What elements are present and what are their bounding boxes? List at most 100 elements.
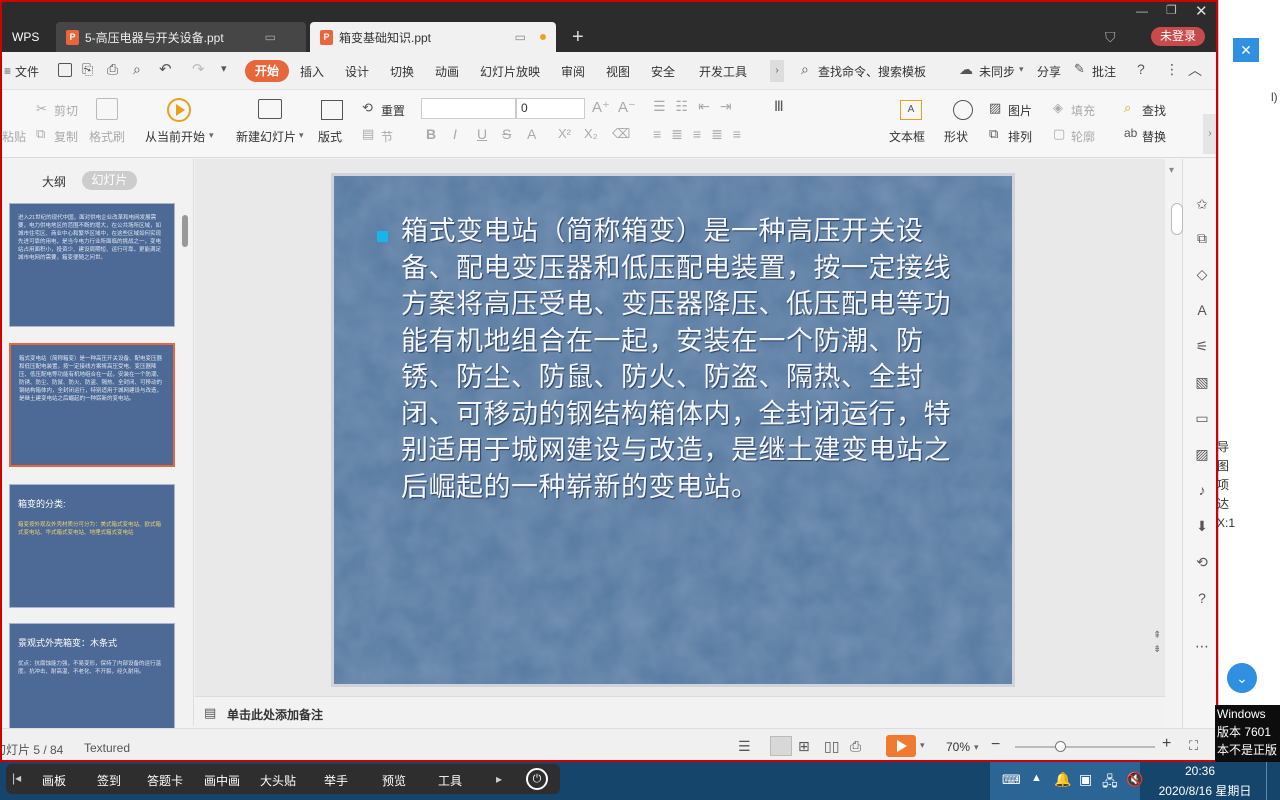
zoom-in-icon[interactable]: + — [1162, 735, 1171, 753]
bg-scroll-down-icon[interactable]: ⌄ — [1227, 663, 1257, 693]
help-circle-icon[interactable]: ? — [1193, 589, 1211, 607]
comment-button[interactable]: 批注 — [1092, 63, 1116, 80]
power-icon[interactable]: ⏻ — [526, 768, 548, 790]
dropdown-icon[interactable]: ▾ — [299, 130, 304, 141]
thumbnail-scrollbar[interactable] — [182, 215, 188, 247]
show-desktop-button[interactable] — [1266, 762, 1280, 800]
notes-placeholder[interactable]: 单击此处添加备注 — [227, 706, 323, 723]
zoom-out-icon[interactable]: − — [991, 736, 1000, 754]
fill-button[interactable]: 填充 — [1071, 102, 1095, 119]
image-icon[interactable]: ▨ — [1193, 445, 1211, 463]
layout-button[interactable]: 版式 — [318, 128, 342, 145]
history-icon[interactable]: ⟲ — [1193, 553, 1211, 571]
increase-font-icon[interactable]: A⁺ — [592, 98, 610, 116]
toolbar-expand-icon[interactable]: ▸ — [496, 772, 502, 786]
notes-bar[interactable]: ▤ 单击此处添加备注 — [195, 696, 1165, 728]
shirt-skin-icon[interactable]: ⛉ — [1105, 29, 1116, 46]
menu-tab-slideshow[interactable]: 幻灯片放映 — [480, 63, 540, 80]
clock-time[interactable]: 20:36 — [1150, 764, 1250, 778]
shape-fill-icon[interactable]: ◇ — [1193, 265, 1211, 283]
zoom-slider[interactable] — [1015, 746, 1155, 748]
toolbar-raise-hand[interactable]: 举手 — [324, 772, 348, 789]
tab-ppt-active[interactable]: P 箱变基础知识.ppt ▭ — [310, 22, 556, 52]
clock-date[interactable]: 2020/8/16 星期日 — [1150, 782, 1260, 799]
toolbar-tools[interactable]: 工具 — [438, 772, 462, 789]
menu-tab-design[interactable]: 设计 — [345, 63, 369, 80]
save-icon[interactable] — [58, 63, 72, 77]
slide-sorter-icon[interactable]: ⊞ — [798, 738, 810, 755]
underline-icon[interactable]: U — [477, 126, 487, 142]
reset-button[interactable]: 重置 — [381, 102, 405, 119]
hamburger-icon[interactable]: ≡ — [4, 64, 11, 78]
picture-button[interactable]: 图片 — [1008, 102, 1032, 119]
eraser-icon[interactable]: ⌫ — [612, 126, 630, 142]
menu-tab-home[interactable]: 开始 — [245, 60, 289, 82]
preview-icon[interactable]: ⌕ — [133, 61, 141, 78]
menu-tab-insert[interactable]: 插入 — [300, 63, 324, 80]
text-style-icon[interactable]: A — [1193, 301, 1211, 319]
sync-status[interactable]: 未同步 — [979, 63, 1015, 80]
menu-file[interactable]: 文件 — [15, 63, 39, 80]
tab-ppt-1[interactable]: P 5-高压电器与开关设备.ppt ▭ — [56, 22, 306, 52]
print-icon[interactable]: ⎙ — [107, 61, 118, 78]
undo-icon[interactable]: ↶ — [159, 60, 172, 78]
toolbar-avatar-sticker[interactable]: 大头贴 — [260, 772, 296, 789]
outline-button[interactable]: 轮廓 — [1071, 128, 1095, 145]
shape-button[interactable]: 形状 — [944, 128, 968, 145]
zoom-dropdown-icon[interactable]: ▾ — [974, 742, 979, 753]
wps-home-tab[interactable]: WPS — [2, 22, 54, 52]
presenter-view-icon[interactable]: ⎙ — [850, 738, 861, 755]
slideshow-dropdown-icon[interactable]: ▾ — [920, 740, 925, 751]
menu-tab-animation[interactable]: 动画 — [435, 63, 459, 80]
adjust-icon[interactable]: ⚟ — [1193, 337, 1211, 355]
menu-tab-transition[interactable]: 切换 — [390, 63, 414, 80]
tab-outline[interactable]: 大纲 — [42, 173, 66, 190]
zoom-level[interactable]: 70% — [946, 740, 970, 754]
menu-tab-review[interactable]: 审阅 — [561, 63, 585, 80]
network-icon[interactable]: 🖧 — [1102, 771, 1118, 795]
star-icon[interactable]: ✩ — [1193, 195, 1211, 213]
toolbar-draw-board[interactable]: 画板 — [42, 772, 66, 789]
from-current-button[interactable]: 从当前开始 — [145, 128, 205, 145]
maximize-icon[interactable]: ❐ — [1166, 3, 1177, 17]
new-tab-plus-icon[interactable]: + — [572, 26, 584, 49]
notes-toggle-icon[interactable]: ☰ — [738, 738, 751, 755]
toolbar-pip[interactable]: 画中画 — [204, 772, 240, 789]
image-edit-icon[interactable]: ▧ — [1193, 373, 1211, 391]
slide-thumbnail-6[interactable]: 箱变的分类: 箱变按外观及外壳材质分可分为：美式箱式变电站、欧式箱式变电站、华式… — [9, 484, 175, 608]
volume-icon[interactable]: 🔇 — [1126, 771, 1143, 788]
export-icon[interactable]: ⎘ — [82, 61, 93, 78]
font-size-select[interactable]: 0 — [516, 98, 585, 119]
help-icon[interactable]: ? — [1137, 61, 1145, 77]
slide-thumbnail-4[interactable]: 进入21世纪的现代中国，面对供电企业改革和电网发展需要，电力供电地区的范围不断的… — [9, 203, 175, 327]
minimize-icon[interactable]: — — [1136, 4, 1148, 18]
menu-tab-view[interactable]: 视图 — [606, 63, 630, 80]
notification-icon[interactable]: 🔔 — [1054, 771, 1071, 788]
toolbar-answer-card[interactable]: 答题卡 — [147, 772, 183, 789]
slide-thumbnail-7[interactable]: 景观式外壳箱变：木条式 优点：抗腐蚀能力强，不易变形，保持了内部设备的运行温度。… — [9, 623, 175, 733]
subscript-icon[interactable]: X₂ — [584, 126, 598, 141]
reading-view-icon[interactable]: ▯▯ — [824, 738, 839, 755]
login-button[interactable]: 未登录 — [1151, 27, 1205, 46]
keyboard-icon[interactable]: ⌨ — [1002, 772, 1021, 788]
slide-body-text[interactable]: 箱式变电站（简称箱变）是一种高压开关设备、配电变压器和低压配电装置，按一定接线方… — [401, 214, 951, 506]
tab-slides[interactable]: 幻灯片 — [82, 171, 137, 190]
fit-window-icon[interactable]: ⛶ — [1189, 738, 1198, 754]
audio-icon[interactable]: ♪ — [1193, 481, 1211, 499]
tab-screen-icon[interactable]: ▭ — [265, 30, 276, 44]
more-dots-icon[interactable]: ⋯ — [1193, 637, 1211, 655]
decrease-font-icon[interactable]: A⁻ — [618, 98, 636, 116]
text-direction-icon[interactable]: Ⅲ — [774, 98, 784, 115]
canvas-vscroll-thumb[interactable] — [1171, 203, 1183, 235]
textbox-button[interactable]: 文本框 — [889, 128, 925, 145]
dropdown-icon[interactable]: ▾ — [209, 130, 214, 141]
archive-icon[interactable]: ▭ — [1193, 409, 1211, 427]
section-button[interactable]: 节 — [381, 128, 393, 145]
superscript-icon[interactable]: X² — [558, 126, 571, 141]
redo-icon[interactable]: ↷ — [192, 60, 205, 78]
toolbar-preview[interactable]: 预览 — [382, 772, 406, 789]
align-icons[interactable]: ≡≣≡≣≡ — [653, 126, 751, 143]
italic-icon[interactable]: I — [453, 126, 457, 142]
slideshow-play-button[interactable] — [886, 735, 916, 757]
zoom-slider-thumb[interactable] — [1055, 741, 1066, 752]
